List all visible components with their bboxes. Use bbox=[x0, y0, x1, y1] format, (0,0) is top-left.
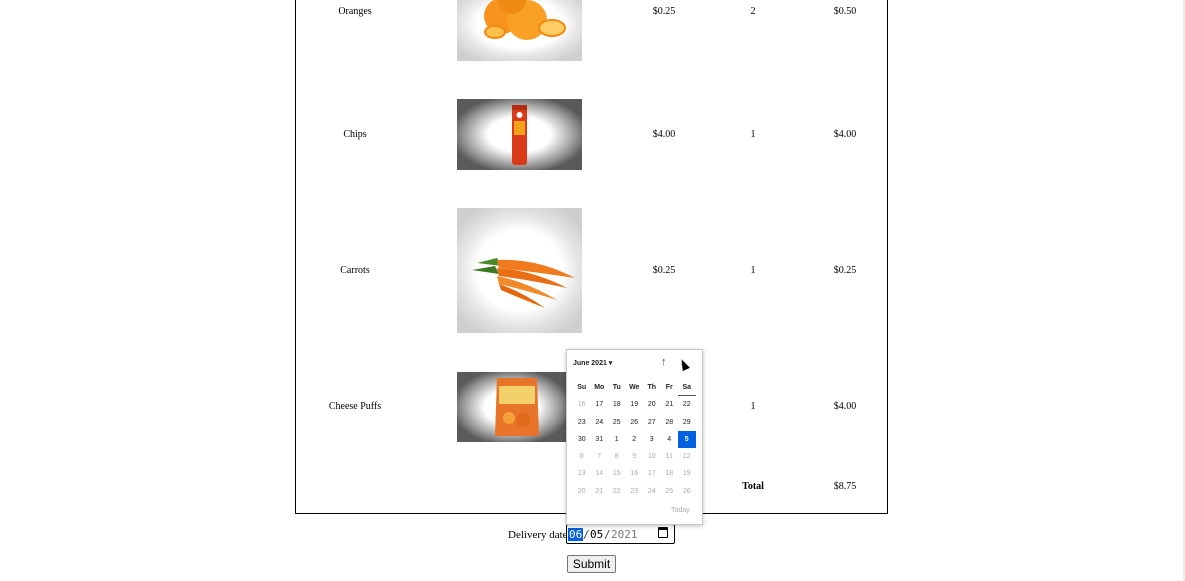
product-name: Cheese Puffs bbox=[328, 401, 382, 412]
month-year-dropdown[interactable]: June 2021 ▾ bbox=[573, 359, 612, 367]
weekday-header: Th bbox=[647, 384, 657, 391]
weekday-header: Fr bbox=[665, 384, 673, 391]
previous-month-arrow-icon[interactable]: ↑ bbox=[661, 356, 667, 368]
calendar-day[interactable]: 31 bbox=[591, 431, 609, 448]
delivery-date-label: Delivery date bbox=[508, 529, 568, 541]
calendar-icon[interactable] bbox=[658, 527, 668, 538]
today-button[interactable]: Today bbox=[671, 507, 690, 514]
selected-day[interactable]: 5 bbox=[678, 430, 696, 449]
calendar-grid: Su Mo Tu We Th Fr Sa 16 17 18 19 20 21 22 23 24 25 26 27 28… bbox=[573, 379, 696, 500]
calendar-day[interactable]: 29 bbox=[678, 414, 696, 431]
calendar-day[interactable]: 18 bbox=[661, 465, 679, 482]
calendar-day[interactable]: 17 bbox=[591, 396, 609, 413]
calendar-day[interactable]: 15 bbox=[608, 465, 626, 482]
month-segment[interactable]: 06 bbox=[568, 528, 584, 541]
calendar-day[interactable]: 28 bbox=[661, 414, 679, 431]
cheese-puffs-image bbox=[457, 372, 566, 442]
calendar-day[interactable]: 30 bbox=[573, 431, 591, 448]
product-name: Oranges bbox=[338, 6, 372, 17]
day-segment[interactable]: 05 bbox=[590, 528, 603, 541]
weekday-header: Sa bbox=[678, 379, 696, 397]
carrots-image bbox=[457, 208, 582, 333]
calendar-day[interactable]: 12 bbox=[678, 448, 696, 465]
calendar-day[interactable]: 2 bbox=[626, 431, 644, 448]
calendar-day[interactable]: 23 bbox=[626, 483, 644, 500]
date-separator: / bbox=[583, 528, 590, 541]
date-separator: / bbox=[604, 528, 611, 541]
quantity: 1 bbox=[750, 129, 756, 140]
calendar-day[interactable]: 25 bbox=[608, 414, 626, 431]
submit-button[interactable]: Submit bbox=[567, 555, 616, 573]
calendar-day[interactable]: 20 bbox=[643, 396, 661, 413]
weekday-header: Tu bbox=[612, 384, 621, 391]
mouse-cursor-icon bbox=[678, 357, 690, 372]
calendar-day[interactable]: 14 bbox=[591, 465, 609, 482]
calendar-day[interactable]: 24 bbox=[591, 414, 609, 431]
weekday-header: Mo bbox=[594, 384, 605, 391]
unit-price: $0.25 bbox=[652, 265, 676, 276]
product-name: Carrots bbox=[340, 265, 370, 276]
subtotal: $0.50 bbox=[833, 6, 857, 17]
calendar-day[interactable]: 13 bbox=[573, 465, 591, 482]
calendar-day[interactable]: 22 bbox=[678, 396, 696, 413]
calendar-day[interactable]: 17 bbox=[643, 465, 661, 482]
calendar-day[interactable]: 21 bbox=[661, 396, 679, 413]
calendar-day[interactable]: 25 bbox=[661, 483, 679, 500]
calendar-day[interactable]: 24 bbox=[643, 483, 661, 500]
product-name: Chips bbox=[343, 129, 367, 140]
calendar-day[interactable]: 26 bbox=[626, 414, 644, 431]
weekday-header: We bbox=[629, 384, 640, 391]
calendar-day[interactable]: 10 bbox=[643, 448, 661, 465]
date-picker-popup: June 2021 ▾ ↑ ↓ Su Mo Tu We Th Fr Sa 16 17 18 19 20… bbox=[566, 349, 703, 525]
calendar-day[interactable]: 16 bbox=[573, 396, 591, 413]
calendar-day[interactable]: 9 bbox=[626, 448, 644, 465]
calendar-day[interactable]: 26 bbox=[678, 483, 696, 500]
calendar-day[interactable]: 21 bbox=[591, 483, 609, 500]
weekday-header: Su bbox=[577, 384, 587, 391]
calendar-day[interactable]: 11 bbox=[661, 448, 679, 465]
quantity: 1 bbox=[750, 265, 756, 276]
delivery-date-input[interactable]: 06 / 05 / 2021 bbox=[566, 524, 675, 544]
subtotal: $4.00 bbox=[833, 129, 857, 140]
calendar-day[interactable]: 1 bbox=[608, 431, 626, 448]
subtotal: $0.25 bbox=[833, 265, 857, 276]
unit-price: $0.25 bbox=[652, 6, 676, 17]
quantity: 2 bbox=[750, 6, 756, 17]
calendar-day[interactable]: 6 bbox=[573, 448, 591, 465]
calendar-day[interactable]: 3 bbox=[643, 431, 661, 448]
calendar-day[interactable]: 4 bbox=[661, 431, 679, 448]
calendar-day[interactable]: 18 bbox=[608, 396, 626, 413]
total-label: Total bbox=[742, 481, 764, 492]
calendar-day[interactable]: 20 bbox=[573, 483, 591, 500]
subtotal: $4.00 bbox=[833, 401, 857, 412]
quantity: 1 bbox=[750, 401, 756, 412]
calendar-day[interactable]: 27 bbox=[643, 414, 661, 431]
unit-price: $4.00 bbox=[652, 129, 676, 140]
calendar-day[interactable]: 19 bbox=[678, 465, 696, 482]
chips-image bbox=[457, 99, 582, 170]
calendar-day[interactable]: 16 bbox=[626, 465, 644, 482]
calendar-day[interactable]: 7 bbox=[591, 448, 609, 465]
total-value: $8.75 bbox=[833, 481, 857, 492]
calendar-day[interactable]: 8 bbox=[608, 448, 626, 465]
oranges-image bbox=[457, 0, 582, 61]
calendar-day[interactable]: 19 bbox=[626, 396, 644, 413]
calendar-day[interactable]: 23 bbox=[573, 414, 591, 431]
year-segment[interactable]: 2021 bbox=[611, 528, 638, 541]
calendar-day[interactable]: 22 bbox=[608, 483, 626, 500]
